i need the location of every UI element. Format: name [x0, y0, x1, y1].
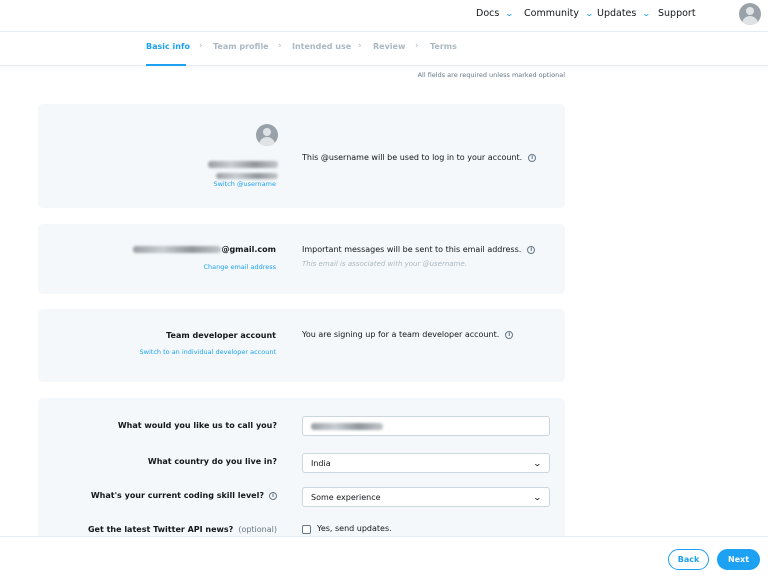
chevron-down-icon: ⌄ — [584, 9, 595, 18]
skill-label-text: What's your current coding skill level? — [90, 491, 264, 500]
chevron-down-icon: ⌄ — [532, 458, 543, 468]
chevron-right-icon: › — [278, 41, 282, 51]
switch-username-link[interactable]: Switch @username — [213, 180, 276, 188]
news-updates-checkbox[interactable] — [302, 525, 311, 534]
name-input[interactable] — [302, 416, 550, 436]
step-intended-use[interactable]: Intended use — [292, 42, 351, 51]
account-type-description: You are signing up for a team developer … — [302, 330, 514, 339]
country-selected-value: India — [311, 458, 331, 468]
chevron-right-icon: › — [199, 41, 203, 51]
step-basic-info[interactable]: Basic info — [146, 42, 190, 51]
change-email-link[interactable]: Change email address — [204, 263, 276, 271]
info-icon[interactable]: i — [505, 330, 514, 339]
country-select[interactable]: India ⌄ — [302, 453, 550, 473]
account-type-card: Team developer account Switch to an indi… — [38, 309, 565, 382]
email-display: @gmail.com — [133, 245, 276, 254]
email-card: @gmail.com Change email address Importan… — [38, 224, 565, 294]
skill-field-label: What's your current coding skill level? … — [91, 491, 277, 500]
nav-support[interactable]: Support — [658, 8, 696, 19]
email-domain: @gmail.com — [221, 245, 276, 254]
chevron-down-icon: ⌄ — [642, 9, 652, 18]
email-local-redacted — [133, 246, 222, 253]
email-description: Important messages will be sent to this … — [302, 245, 536, 254]
nav-community-label: Community — [524, 8, 579, 19]
nav-community[interactable]: Community ⌄ — [524, 8, 595, 19]
user-avatar-icon — [256, 124, 278, 146]
news-label-text: Get the latest Twitter API news? — [87, 525, 234, 534]
username-description: This @username will be used to log in to… — [302, 153, 537, 162]
chevron-right-icon: › — [415, 41, 419, 51]
next-button[interactable]: Next — [717, 549, 760, 570]
info-icon[interactable]: i — [269, 491, 277, 500]
skill-level-select[interactable]: Some experience ⌄ — [302, 487, 550, 507]
username-card: Switch @username This @username will be … — [38, 104, 565, 208]
active-step-indicator — [146, 64, 186, 66]
email-subdescription: This email is associated with your @user… — [302, 260, 467, 268]
step-review[interactable]: Review — [373, 42, 405, 51]
username-redacted — [208, 153, 278, 168]
nav-updates[interactable]: Updates ⌄ — [597, 8, 652, 19]
chevron-right-icon: › — [358, 41, 362, 51]
step-team-profile[interactable]: Team profile — [213, 42, 269, 51]
email-description-text: Important messages will be sent to this … — [302, 245, 522, 254]
name-field-label: What would you like us to call you? — [117, 421, 277, 430]
back-button[interactable]: Back — [668, 549, 709, 570]
nav-docs[interactable]: Docs ⌄ — [476, 8, 515, 19]
top-navigation: Docs ⌄ Community ⌄ Updates ⌄ Support — [0, 0, 768, 30]
username-description-text: This @username will be used to log in to… — [302, 153, 523, 162]
info-icon[interactable]: i — [528, 153, 537, 162]
account-type-label: Team developer account — [166, 331, 276, 340]
footer-bar — [0, 536, 768, 584]
skill-selected-value: Some experience — [311, 492, 381, 502]
country-field-label: What country do you live in? — [147, 457, 277, 466]
nav-updates-label: Updates — [597, 8, 637, 19]
account-type-description-text: You are signing up for a team developer … — [302, 330, 500, 339]
required-fields-note: All fields are required unless marked op… — [417, 71, 565, 79]
step-progress: Basic info › Team profile › Intended use… — [0, 32, 768, 66]
optional-tag: (optional) — [238, 525, 277, 534]
step-terms[interactable]: Terms — [430, 42, 457, 51]
info-icon[interactable]: i — [527, 245, 536, 254]
profile-form-card: What would you like us to call you? What… — [38, 398, 565, 548]
user-avatar-icon[interactable] — [739, 3, 761, 25]
news-checkbox-label[interactable]: Yes, send updates. — [317, 524, 392, 533]
handle-redacted — [216, 164, 278, 179]
nav-docs-label: Docs — [476, 8, 500, 19]
news-field-label: Get the latest Twitter API news? (option… — [88, 525, 277, 534]
name-value-redacted — [311, 422, 383, 430]
nav-support-label: Support — [658, 8, 696, 19]
chevron-down-icon: ⌄ — [532, 492, 543, 502]
chevron-down-icon: ⌄ — [504, 9, 515, 18]
switch-individual-account-link[interactable]: Switch to an individual developer accoun… — [140, 348, 276, 356]
